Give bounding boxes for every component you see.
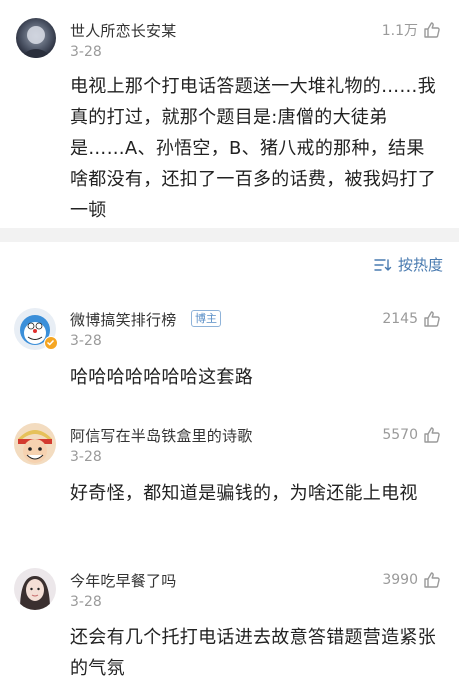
like-button[interactable]: 5570 xyxy=(382,426,441,444)
thumbs-up-icon xyxy=(424,311,440,327)
sort-by-hot-button[interactable]: 按热度 xyxy=(374,254,443,275)
avatar-image-icon xyxy=(14,568,56,610)
like-button[interactable]: 3990 xyxy=(382,571,441,589)
comment-date: 3-28 xyxy=(70,449,102,465)
blogger-badge: 博主 xyxy=(191,310,221,327)
like-button[interactable]: 1.1万 xyxy=(382,20,441,40)
avatar-image-icon xyxy=(16,18,56,58)
comment-author[interactable]: 阿信写在半岛铁盒里的诗歌 xyxy=(70,425,252,446)
post-text: 电视上那个打电话答题送一大堆礼物的……我真的打过，就那个题目是:唐僧的大徒弟是…… xyxy=(70,76,436,221)
comment-text: 哈哈哈哈哈哈哈这套路 xyxy=(70,367,253,388)
sort-label: 按热度 xyxy=(397,256,443,274)
comment-text: 好奇怪，都知道是骗钱的，为啥还能上电视 xyxy=(70,483,418,504)
thumbs-up-icon xyxy=(424,427,440,443)
post-date: 3-28 xyxy=(70,44,102,60)
like-count: 5570 xyxy=(382,427,418,443)
comment-text: 还会有几个托打电话进去故意答错题营造紧张的气氛 xyxy=(70,627,436,679)
verified-badge-icon xyxy=(44,336,58,350)
sort-icon xyxy=(374,258,392,271)
comment-date: 3-28 xyxy=(70,594,102,610)
comment-date: 3-28 xyxy=(70,333,102,349)
post-author[interactable]: 世人所恋长安某 xyxy=(70,20,176,41)
avatar[interactable] xyxy=(14,423,56,465)
comment-author[interactable]: 今年吃早餐了吗 xyxy=(70,570,176,591)
like-count: 3990 xyxy=(382,572,418,588)
like-button[interactable]: 2145 xyxy=(382,310,441,328)
section-divider xyxy=(0,228,459,242)
like-count: 2145 xyxy=(382,311,418,327)
comment-author[interactable]: 微博搞笑排行榜 xyxy=(70,309,176,330)
avatar[interactable] xyxy=(16,18,56,58)
thumbs-up-icon xyxy=(424,22,440,38)
main-post: 世人所恋长安某 3-28 1.1万 电视上那个打电话答题送一大堆礼物的……我真的… xyxy=(0,0,459,228)
avatar[interactable] xyxy=(14,568,56,610)
avatar-image-icon xyxy=(14,423,56,465)
thumbs-up-icon xyxy=(424,572,440,588)
like-count: 1.1万 xyxy=(381,23,418,39)
